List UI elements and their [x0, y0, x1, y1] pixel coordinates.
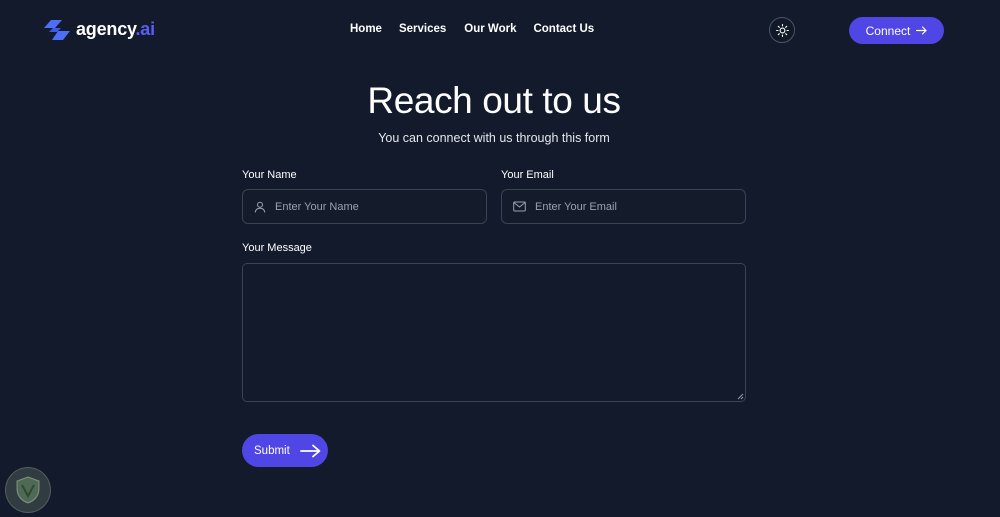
logo[interactable]: agency.ai [44, 19, 155, 40]
watermark-logo [5, 467, 51, 513]
shield-icon [16, 476, 40, 504]
resize-grip-icon[interactable] [736, 392, 744, 400]
nav-home[interactable]: Home [350, 23, 382, 35]
theme-toggle-button[interactable] [769, 17, 795, 43]
connect-button-label: Connect [865, 23, 911, 38]
mail-icon [513, 201, 526, 212]
nav-contact-us[interactable]: Contact Us [533, 23, 594, 35]
email-input-placeholder: Enter Your Email [535, 200, 617, 213]
page-subtitle: You can connect with us through this for… [378, 131, 610, 145]
message-textarea[interactable] [242, 263, 746, 402]
sun-icon [775, 23, 789, 37]
nav-our-work[interactable]: Our Work [464, 23, 516, 35]
arrow-right-icon [916, 26, 927, 35]
connect-button[interactable]: Connect [849, 17, 944, 44]
name-input-placeholder: Enter Your Name [275, 200, 359, 213]
site-header: agency.ai Home Services Our Work Contact… [0, 0, 1000, 62]
arrow-right-icon [299, 444, 321, 457]
logo-text: agency.ai [76, 19, 155, 39]
logo-icon [44, 19, 70, 40]
message-label: Your Message [242, 242, 312, 254]
name-field[interactable]: Enter Your Name [242, 189, 487, 224]
nav-services[interactable]: Services [399, 23, 446, 35]
submit-button-label: Submit [254, 444, 290, 457]
submit-button[interactable]: Submit [242, 434, 328, 467]
user-icon [254, 201, 266, 212]
email-label: Your Email [501, 169, 554, 181]
email-field[interactable]: Enter Your Email [501, 189, 746, 224]
name-label: Your Name [242, 169, 297, 181]
main-nav: Home Services Our Work Contact Us [350, 23, 594, 35]
page-title: Reach out to us [367, 80, 621, 121]
